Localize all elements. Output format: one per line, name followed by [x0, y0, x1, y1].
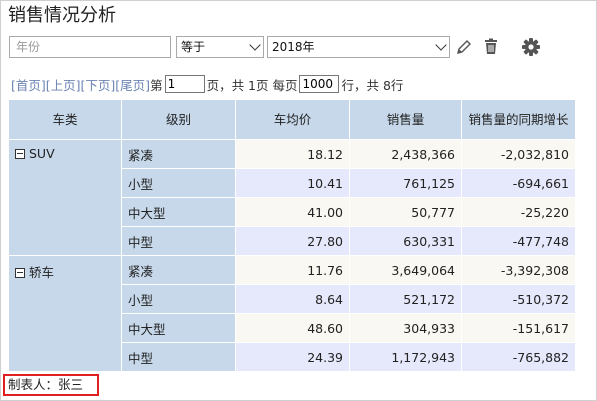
pencil-icon[interactable] [455, 38, 473, 60]
sales-cell: 630,331 [349, 226, 462, 256]
page-size-input[interactable] [299, 75, 340, 93]
yoy-cell: -3,392,308 [461, 255, 576, 285]
level-cell: 小型 [121, 168, 236, 198]
level-cell: 中大型 [121, 313, 236, 343]
yoy-cell: -477,748 [461, 226, 576, 256]
trash-icon[interactable] [483, 38, 499, 60]
avg-price-cell: 8.64 [235, 284, 350, 314]
operator-select[interactable]: 等于 [176, 36, 264, 58]
level-cell: 中大型 [121, 197, 236, 227]
sales-cell: 761,125 [349, 168, 462, 198]
sales-cell: 3,649,064 [349, 255, 462, 285]
chevron-down-icon [249, 39, 261, 51]
report-author-note: 制表人：张三 [3, 374, 99, 396]
column-header: 销售量的同期增长 [461, 99, 576, 140]
pager: [首页] [上页] [下页] [尾页] 第 页，共 1页 每页 行，共 8行 [11, 73, 403, 95]
gear-icon[interactable] [521, 37, 541, 61]
table-row: SUV 紧凑 18.12 2,438,366 -2,032,810 [8, 139, 576, 256]
value-select[interactable]: 2018年 [267, 36, 450, 58]
avg-price-cell: 18.12 [235, 139, 350, 169]
pager-first-link[interactable]: [首页] [11, 75, 46, 94]
category-label: SUV [29, 146, 55, 161]
page-title: 销售情况分析 [8, 5, 116, 26]
table-header-row: 车类 级别 车均价 销售量 销售量的同期增长 [8, 99, 576, 140]
collapse-icon[interactable] [15, 267, 25, 278]
collapse-icon[interactable] [15, 148, 25, 159]
avg-price-cell: 11.76 [235, 255, 350, 285]
yoy-cell: -765,882 [461, 342, 576, 372]
avg-price-cell: 10.41 [235, 168, 350, 198]
column-header: 销售量 [349, 99, 462, 140]
level-cell: 中型 [121, 226, 236, 256]
yoy-cell: -151,617 [461, 313, 576, 343]
sales-cell: 521,172 [349, 284, 462, 314]
avg-price-cell: 48.60 [235, 313, 350, 343]
avg-price-cell: 41.00 [235, 197, 350, 227]
sales-cell: 1,172,943 [349, 342, 462, 372]
level-cell: 紧凑 [121, 255, 236, 285]
pager-total-text: 页，共 1页 每页 [206, 77, 298, 93]
column-header: 级别 [121, 99, 236, 140]
pager-rows-text: 行，共 8行 [341, 77, 404, 93]
column-header: 车类 [8, 99, 122, 140]
chevron-down-icon [435, 39, 447, 51]
filter-field-input[interactable] [9, 36, 171, 58]
category-cell: SUV [8, 139, 122, 256]
pager-prev-link[interactable]: [上页] [46, 75, 81, 94]
operator-select-value: 等于 [181, 40, 206, 54]
sales-cell: 2,438,366 [349, 139, 462, 169]
sales-cell: 50,777 [349, 197, 462, 227]
yoy-cell: -25,220 [461, 197, 576, 227]
pager-last-link[interactable]: [尾页] [115, 75, 150, 94]
page-number-input[interactable] [164, 75, 205, 93]
avg-price-cell: 24.39 [235, 342, 350, 372]
level-cell: 小型 [121, 284, 236, 314]
level-cell: 紧凑 [121, 139, 236, 169]
sales-cell: 304,933 [349, 313, 462, 343]
sales-table: 车类 级别 车均价 销售量 销售量的同期增长 SUV 紧凑 18.12 2,43… [8, 99, 576, 372]
category-cell: 轿车 [8, 255, 122, 372]
pager-next-link[interactable]: [下页] [81, 75, 116, 94]
pager-goto-label: 第 [150, 77, 163, 93]
yoy-cell: -2,032,810 [461, 139, 576, 169]
level-cell: 中型 [121, 342, 236, 372]
yoy-cell: -694,661 [461, 168, 576, 198]
avg-price-cell: 27.80 [235, 226, 350, 256]
category-label: 轿车 [29, 265, 55, 280]
column-header: 车均价 [235, 99, 350, 140]
value-select-value: 2018年 [272, 40, 315, 54]
yoy-cell: -510,372 [461, 284, 576, 314]
table-row: 轿车 紧凑 11.76 3,649,064 -3,392,308 [8, 255, 576, 372]
